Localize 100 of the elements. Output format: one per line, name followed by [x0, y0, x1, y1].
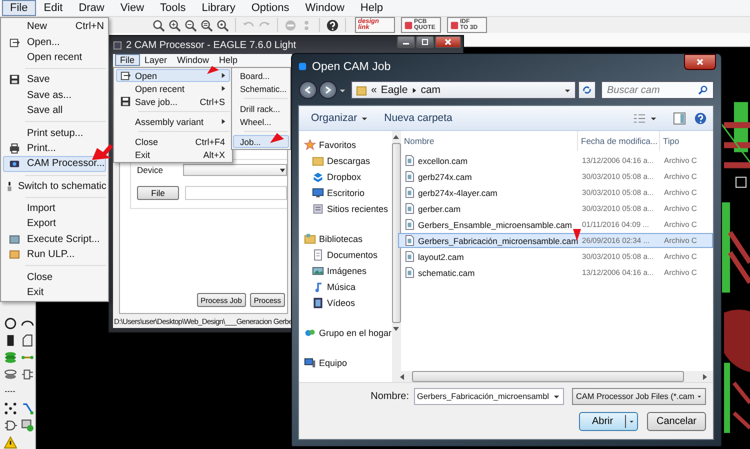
menu-item[interactable]: Run ULP...	[3, 247, 106, 262]
menu-item[interactable]: File	[115, 54, 140, 66]
menu-item[interactable]: Library	[194, 0, 244, 16]
zoom-fit-icon[interactable]	[152, 18, 165, 32]
close-button[interactable]	[435, 36, 461, 48]
menu-item[interactable]: CAM Processor...	[3, 156, 106, 172]
autorouter-icon[interactable]	[21, 402, 34, 415]
navigation-item[interactable]: Escritorio	[304, 185, 392, 201]
menu-item[interactable]: Close Ctrl+F4	[116, 135, 230, 148]
navigation-item[interactable]: Imágenes	[304, 263, 392, 279]
scrollbar-thumb[interactable]	[392, 143, 401, 323]
column-header[interactable]: Nombre	[398, 131, 578, 151]
menu-item[interactable]: Exit	[3, 284, 106, 300]
menu-item[interactable]: Edit	[36, 0, 71, 16]
cancel-button[interactable]: Cancelar	[647, 412, 706, 431]
menu-item[interactable]: Job...	[233, 135, 289, 148]
menu-item[interactable]: Drill rack...	[233, 102, 289, 115]
zoom-select-icon[interactable]	[216, 18, 229, 32]
gate-icon[interactable]	[4, 419, 17, 432]
menu-item[interactable]: Layer	[140, 54, 172, 66]
menu-item[interactable]: Import	[3, 200, 106, 216]
menu-item[interactable]: Open recent	[116, 82, 230, 95]
minimize-button[interactable]	[397, 36, 415, 48]
menu-item[interactable]: View	[112, 0, 152, 16]
forward-button[interactable]	[319, 81, 337, 99]
navigation-item[interactable]: Grupo en el hogar	[304, 325, 392, 341]
file-field[interactable]	[185, 186, 287, 200]
caret-icon[interactable]	[339, 86, 346, 94]
caret-icon[interactable]	[564, 86, 571, 94]
polygon-icon[interactable]	[21, 334, 34, 347]
close-button[interactable]	[684, 54, 716, 70]
layers-icon[interactable]	[4, 351, 17, 364]
menu-item[interactable]: Open recent	[3, 50, 106, 66]
navigation-item[interactable]: Dropbox	[304, 169, 392, 185]
menu-item[interactable]: Switch to schematic	[3, 178, 106, 194]
maximize-button[interactable]	[416, 36, 434, 48]
menu-item[interactable]: Board...	[233, 69, 289, 82]
file-type-dropdown[interactable]: CAM Processor Job Files (*.cam	[572, 388, 706, 405]
help-icon[interactable]	[326, 18, 339, 32]
menu-item[interactable]: Print setup...	[3, 125, 106, 141]
view-list-icon[interactable]	[633, 112, 646, 124]
breadcrumb-item[interactable]: cam	[420, 84, 441, 96]
menu-item[interactable]: Options	[243, 0, 298, 16]
menu-item[interactable]: Save all	[3, 102, 106, 118]
menu-item[interactable]: New Ctrl+N	[3, 19, 106, 34]
menu-item[interactable]: Open...	[3, 34, 106, 50]
open-button[interactable]: Abrir	[579, 412, 638, 431]
toolbar-button[interactable]: Nueva carpeta	[378, 112, 458, 124]
refresh-button[interactable]	[578, 81, 596, 99]
zoom-out-icon[interactable]	[184, 18, 197, 32]
menu-item[interactable]: Help	[214, 54, 243, 66]
menu-item[interactable]: Schematic...	[233, 82, 289, 95]
drc-check-icon[interactable]	[21, 419, 34, 432]
menu-item[interactable]: Close	[3, 269, 106, 285]
device-dropdown[interactable]	[183, 164, 287, 176]
help-icon[interactable]	[694, 112, 707, 124]
plug-icon[interactable]	[21, 368, 34, 381]
navigation-item[interactable]: Vídeos	[304, 295, 392, 311]
zoom-in-icon[interactable]	[168, 18, 181, 32]
address-bar[interactable]: « Eagle cam	[351, 81, 576, 99]
stack-icon[interactable]	[4, 368, 17, 381]
breadcrumb-arrow-icon[interactable]	[412, 86, 417, 94]
toolbar-button[interactable]: Organizar	[305, 112, 374, 124]
breadcrumb-item[interactable]: Eagle	[380, 84, 408, 96]
menu-item[interactable]: File	[2, 0, 36, 16]
navigation-item[interactable]: Sitios recientes	[304, 201, 392, 217]
search-field[interactable]: Buscar cam	[601, 81, 714, 99]
menu-item[interactable]: Window	[297, 0, 352, 16]
scroll-up-icon[interactable]	[392, 133, 400, 141]
menu-item[interactable]: Export	[3, 216, 106, 232]
menu-item[interactable]: Open	[116, 69, 230, 82]
menu-item[interactable]: Exit Alt+X	[116, 148, 230, 161]
file-button[interactable]: File	[137, 186, 179, 200]
navigation-item[interactable]: Favoritos	[304, 137, 392, 153]
navigation-item[interactable]: Descargas	[304, 153, 392, 169]
circle-icon[interactable]	[4, 317, 17, 330]
ratsnest-icon[interactable]	[4, 402, 17, 415]
breadcrumb-chevron[interactable]: «	[371, 84, 377, 96]
menu-item[interactable]: Wheel...	[233, 115, 289, 128]
zoom-redraw-icon[interactable]	[200, 18, 213, 32]
filename-field[interactable]: Gerbers_Fabricación_microensambl	[414, 388, 564, 405]
menu-item[interactable]: Save as...	[3, 88, 106, 103]
column-header[interactable]: Tipo	[660, 131, 713, 151]
menu-item[interactable]: Execute Script...	[3, 232, 106, 248]
warning-icon[interactable]	[4, 436, 17, 449]
caret-icon[interactable]	[650, 114, 657, 122]
menu-item[interactable]: Assembly variant	[116, 115, 230, 128]
scroll-down-icon[interactable]	[392, 325, 400, 333]
menu-item[interactable]: Save job... Ctrl+S	[116, 95, 230, 108]
back-button[interactable]	[299, 81, 317, 99]
menu-item[interactable]: Print...	[3, 140, 106, 156]
menu-item[interactable]: Save	[3, 72, 106, 88]
menu-item[interactable]: Tools	[152, 0, 194, 16]
navigation-item[interactable]: Música	[304, 279, 392, 295]
menu-item[interactable]: Draw	[70, 0, 112, 16]
preview-pane-icon[interactable]	[673, 112, 686, 124]
scrollbar-thumb[interactable]	[412, 371, 684, 382]
navigation-item[interactable]: Bibliotecas	[304, 231, 392, 247]
menu-item[interactable]: Window	[172, 54, 214, 66]
menu-item[interactable]: Help	[352, 0, 392, 16]
